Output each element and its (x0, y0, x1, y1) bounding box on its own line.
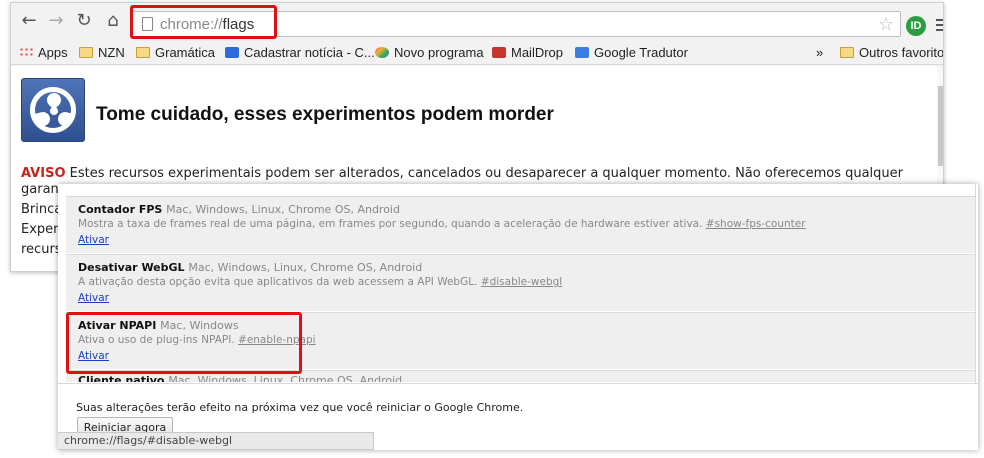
npapi-flag-highlight (66, 312, 302, 374)
enable-flag-link[interactable]: Ativar (78, 234, 109, 246)
warning-text: Estes recursos experimentais podem ser a… (69, 166, 903, 181)
bookmark-gramatica[interactable]: Gramática (136, 45, 215, 60)
bookmark-star-icon[interactable]: ☆ (878, 14, 894, 35)
bookmark-label: Cadastrar notícia - C... (244, 45, 375, 60)
bookmark-label: MailDrop (511, 45, 564, 60)
bookmarks-bar: Apps NZN Gramática Cadastrar notícia - C… (11, 40, 944, 65)
bookmark-outros-favoritos[interactable]: Outros favoritos (840, 45, 944, 60)
flag-item-show-fps-counter: Contador FPS Mac, Windows, Linux, Chrome… (66, 196, 976, 253)
forward-icon[interactable]: → (46, 11, 66, 31)
warning-cut-line: Exper (21, 222, 59, 237)
flag-name: Cliente nativo (78, 374, 165, 382)
flag-anchor-link[interactable]: #show-fps-counter (706, 218, 806, 230)
status-bar-url: chrome://flags/#disable-webgl (58, 432, 374, 450)
warning-label: AVISO (21, 166, 66, 181)
bookmark-label: Outros favoritos (859, 45, 944, 60)
panel-scrollbar[interactable] (975, 184, 976, 384)
reload-icon[interactable]: ↻ (74, 11, 94, 31)
flag-item-disable-webgl: Desativar WebGL Mac, Windows, Linux, Chr… (66, 254, 976, 311)
flag-platforms: Mac, Windows, Linux, Chrome OS, Android (188, 261, 423, 274)
bookmark-maildrop[interactable]: MailDrop (492, 45, 563, 60)
flag-title: Cliente nativo Mac, Windows, Linux, Chro… (78, 374, 402, 382)
apps-grid-icon (19, 47, 33, 58)
bookmark-novo-programa[interactable]: Novo programa (375, 45, 484, 60)
bookmark-label: Gramática (155, 45, 215, 60)
google-translate-icon (575, 47, 589, 58)
bookmark-cadastrar[interactable]: Cadastrar notícia - C... (225, 45, 375, 60)
warning-cut-line: garan (21, 182, 59, 197)
flag-title: Desativar WebGL Mac, Windows, Linux, Chr… (78, 261, 422, 274)
warning-paragraph: AVISO Estes recursos experimentais podem… (21, 164, 931, 184)
flag-platforms: Mac, Windows, Linux, Chrome OS, Android (166, 203, 400, 216)
bookmarks-overflow-button[interactable]: » (816, 45, 823, 60)
flag-description-text: Mostra a taxa de frames real de uma pági… (78, 218, 703, 230)
warning-cut-line: Brinca (21, 202, 63, 217)
folder-icon (79, 47, 93, 58)
bookmark-google-tradutor[interactable]: Google Tradutor (575, 45, 688, 60)
site-icon (225, 47, 239, 58)
flag-name: Desativar WebGL (78, 261, 185, 274)
enable-flag-link[interactable]: Ativar (78, 292, 109, 304)
home-icon[interactable]: ⌂ (103, 11, 123, 31)
bookmark-nzn[interactable]: NZN (79, 45, 125, 60)
maildrop-icon (492, 47, 506, 58)
bookmark-label: Google Tradutor (594, 45, 688, 60)
bookmark-apps[interactable]: Apps (19, 45, 68, 60)
warning-cut-line: recurs (21, 242, 62, 257)
bookmark-label: Novo programa (394, 45, 484, 60)
chrome-menu-icon[interactable] (936, 19, 943, 34)
flag-description-text: A ativação desta opção evita que aplicat… (78, 276, 478, 288)
site-icon (375, 47, 389, 58)
flag-anchor-link[interactable]: #disable-webgl (481, 276, 562, 288)
flag-platforms: Mac, Windows, Linux, Chrome OS, Android (168, 374, 403, 382)
radiation-warning-icon (21, 78, 85, 142)
page-title: Tome cuidado, esses experimentos podem m… (96, 104, 554, 125)
restart-message: Suas alterações terão efeito na próxima … (76, 401, 524, 414)
flag-title: Contador FPS Mac, Windows, Linux, Chrome… (78, 203, 400, 216)
folder-icon (840, 47, 854, 58)
extension-icon[interactable]: ID (906, 16, 926, 36)
flag-description: Mostra a taxa de frames real de uma pági… (78, 218, 806, 230)
address-bar-highlight (130, 5, 277, 39)
flag-description: A ativação desta opção evita que aplicat… (78, 276, 562, 288)
bookmark-label: NZN (98, 45, 125, 60)
back-icon[interactable]: ← (19, 11, 39, 31)
flag-name: Contador FPS (78, 203, 163, 216)
folder-icon (136, 47, 150, 58)
bookmark-label: Apps (38, 45, 68, 60)
